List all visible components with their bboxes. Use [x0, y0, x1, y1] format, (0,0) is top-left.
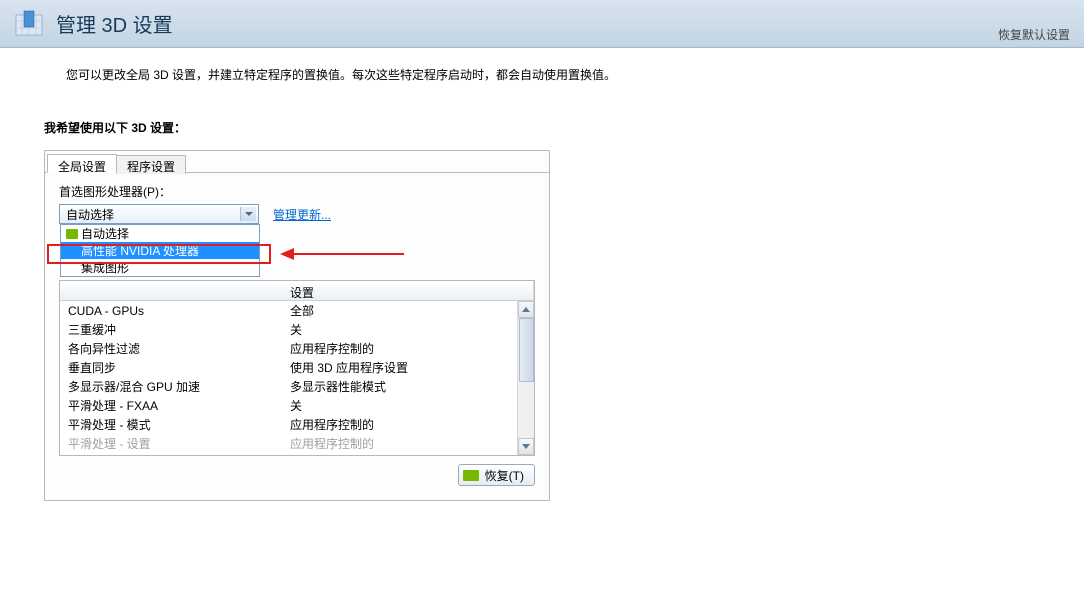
cell-feature: CUDA - GPUs — [60, 304, 282, 318]
tab-program[interactable]: 程序设置 — [116, 155, 186, 174]
footer-row: 恢复(T) — [59, 456, 535, 486]
cell-setting: 应用程序控制的 — [282, 416, 534, 433]
gpu-dropdown-row: 自动选择 自动选择 高性能 NVIDIA 处理器 集成图形 — [59, 204, 535, 224]
table-row[interactable]: 垂直同步使用 3D 应用程序设置 — [60, 358, 534, 377]
restore-button-label: 恢复(T) — [485, 467, 524, 484]
header-bar: 管理 3D 设置 恢复默认设置 — [0, 0, 1084, 48]
cell-setting: 全部 — [282, 302, 534, 319]
nvidia-icon — [463, 470, 479, 481]
gpu-selector-label: 首选图形处理器(P)： — [59, 183, 535, 200]
cell-setting: 使用 3D 应用程序设置 — [282, 359, 534, 376]
cell-setting: 关 — [282, 321, 534, 338]
blank-icon — [65, 245, 79, 257]
cell-feature: 各向异性过滤 — [60, 340, 282, 357]
panel-body: 首选图形处理器(P)： 自动选择 自动选择 高性能 NVIDIA 处理器 — [45, 173, 549, 500]
cell-feature: 多显示器/混合 GPU 加速 — [60, 378, 282, 395]
section-title: 我希望使用以下 3D 设置： — [0, 83, 1084, 136]
settings-panel: 全局设置 程序设置 首选图形处理器(P)： 自动选择 自动选择 高性能 NVID… — [44, 150, 550, 501]
table-row[interactable]: 平滑处理 - 模式应用程序控制的 — [60, 415, 534, 434]
blank-icon — [65, 262, 79, 274]
restore-button[interactable]: 恢复(T) — [458, 464, 535, 486]
col-setting-header[interactable]: 设置 — [282, 281, 534, 300]
dropdown-option-nvidia[interactable]: 高性能 NVIDIA 处理器 — [61, 242, 259, 259]
tab-row: 全局设置 程序设置 — [45, 151, 549, 173]
settings-grid: 功能 设置 CUDA - GPUs全部三重缓冲关各向异性过滤应用程序控制的垂直同… — [59, 280, 535, 456]
grid-header: 功能 设置 — [60, 281, 534, 301]
dropdown-option-integrated[interactable]: 集成图形 — [61, 259, 259, 276]
page-title: 管理 3D 设置 — [56, 9, 173, 38]
grid-body: CUDA - GPUs全部三重缓冲关各向异性过滤应用程序控制的垂直同步使用 3D… — [60, 301, 534, 455]
scrollbar-up-button[interactable] — [518, 301, 534, 318]
table-row[interactable]: CUDA - GPUs全部 — [60, 301, 534, 320]
table-row[interactable]: 多显示器/混合 GPU 加速多显示器性能模式 — [60, 377, 534, 396]
cell-feature: 平滑处理 - 设置 — [60, 435, 282, 452]
cell-setting: 关 — [282, 397, 534, 414]
dropdown-option-auto[interactable]: 自动选择 — [61, 225, 259, 242]
gpu-dropdown-list: 自动选择 高性能 NVIDIA 处理器 集成图形 — [60, 224, 260, 277]
manage-updates-link[interactable]: 管理更新... — [273, 206, 331, 223]
settings-3d-icon — [14, 9, 44, 39]
table-row[interactable]: 平滑处理 - FXAA关 — [60, 396, 534, 415]
tab-global[interactable]: 全局设置 — [47, 154, 117, 173]
table-row[interactable]: 各向异性过滤应用程序控制的 — [60, 339, 534, 358]
scrollbar-thumb[interactable] — [519, 318, 534, 382]
cell-setting: 应用程序控制的 — [282, 340, 534, 357]
cell-setting: 多显示器性能模式 — [282, 378, 534, 395]
restore-defaults-link[interactable]: 恢复默认设置 — [998, 26, 1070, 43]
cell-feature: 平滑处理 - FXAA — [60, 397, 282, 414]
table-row[interactable]: 平滑处理 - 设置应用程序控制的 — [60, 434, 534, 453]
chevron-down-icon — [240, 207, 256, 221]
gpu-dropdown-selected: 自动选择 — [66, 206, 114, 223]
gpu-dropdown[interactable]: 自动选择 自动选择 高性能 NVIDIA 处理器 集成图形 — [59, 204, 259, 224]
cell-feature: 平滑处理 - 模式 — [60, 416, 282, 433]
cell-feature: 垂直同步 — [60, 359, 282, 376]
table-row[interactable]: 三重缓冲关 — [60, 320, 534, 339]
cell-setting: 应用程序控制的 — [282, 435, 534, 452]
table-row[interactable]: 平滑处理 - 透明度关 — [60, 453, 534, 455]
cell-setting: 关 — [282, 454, 534, 455]
intro-text: 您可以更改全局 3D 设置，并建立特定程序的置换值。每次这些特定程序启动时，都会… — [0, 48, 1084, 83]
scrollbar[interactable] — [517, 301, 534, 455]
cell-feature: 平滑处理 - 透明度 — [60, 454, 282, 455]
scrollbar-down-button[interactable] — [518, 438, 534, 455]
nvidia-icon — [65, 228, 79, 240]
cell-feature: 三重缓冲 — [60, 321, 282, 338]
